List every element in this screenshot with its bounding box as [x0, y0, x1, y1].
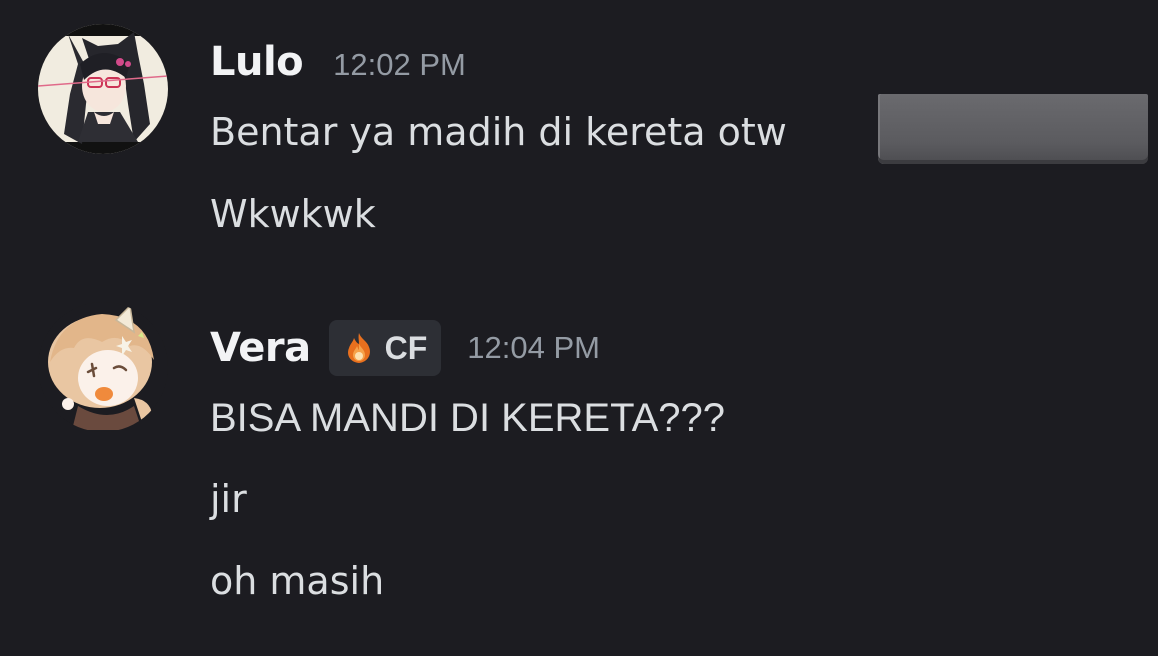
message-text: Bentar ya madih di kereta otw [210, 110, 787, 154]
message-header-vera: Vera CF 12:04 PM [210, 318, 600, 378]
message-header-lulo: Lulo 12:02 PM [210, 32, 466, 92]
message-group-lulo: Lulo 12:02 PM Bentar ya madih di kereta … [0, 0, 1158, 270]
chat-message-list: Lulo 12:02 PM Bentar ya madih di kereta … [0, 0, 1158, 656]
avatar-vera[interactable] [38, 302, 168, 432]
username-vera[interactable]: Vera [210, 325, 311, 371]
message-group-vera: Vera CF 12:04 PM BISA MANDI DI KERETA???… [0, 290, 1158, 650]
role-badge[interactable]: CF [328, 320, 442, 376]
avatar-vera-image [38, 302, 168, 432]
avatar-lulo-image [38, 24, 168, 154]
message-text: BISA MANDI DI KERETA??? [210, 396, 725, 440]
timestamp-lulo[interactable]: 12:02 PM [333, 47, 466, 83]
message-text: Wkwkwk [210, 192, 376, 236]
timestamp-vera[interactable]: 12:04 PM [467, 330, 600, 366]
message-text: jir [210, 477, 247, 521]
username-lulo[interactable]: Lulo [210, 39, 304, 85]
avatar-lulo[interactable] [38, 24, 168, 154]
flame-icon [347, 333, 370, 363]
role-badge-label: CF [384, 329, 428, 366]
message-text: oh masih [210, 559, 385, 603]
redaction-overlay [878, 94, 1148, 164]
